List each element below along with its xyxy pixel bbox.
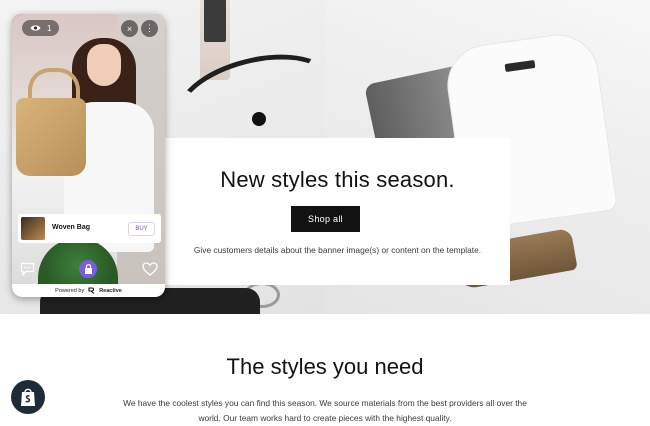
banner-title: New styles this season.	[220, 167, 455, 192]
view-count-badge: 1	[22, 20, 60, 36]
heart-icon	[142, 262, 158, 276]
close-icon: ×	[126, 23, 133, 34]
video-frame[interactable]	[12, 14, 165, 284]
view-count: 1	[47, 23, 52, 33]
shopify-badge[interactable]	[11, 380, 45, 414]
product-name: Woven Bag	[52, 224, 90, 231]
more-button[interactable]: ⋮	[141, 20, 158, 37]
like-button[interactable]	[141, 260, 159, 278]
product-thumbnail	[21, 217, 45, 240]
chat-icon	[20, 262, 34, 276]
video-widget[interactable]: 1 × ⋮ Woven Bag BUY Powered by Reactive	[12, 14, 165, 297]
lock-bag-icon	[84, 264, 92, 274]
banner-content-box: New styles this season. Shop all Give cu…	[165, 138, 510, 285]
shopify-bag-icon	[21, 388, 35, 406]
product-card[interactable]: Woven Bag BUY	[18, 214, 161, 243]
reactive-logo-icon	[88, 287, 95, 294]
chat-button[interactable]	[18, 260, 36, 278]
powered-by-label: Powered by	[55, 287, 85, 294]
section-body-line: We have the coolest styles you can find …	[123, 398, 527, 408]
shop-all-button[interactable]: Shop all	[291, 206, 360, 232]
video-person-face	[87, 44, 121, 86]
video-woven-bag	[16, 98, 86, 176]
buy-button[interactable]: BUY	[128, 222, 155, 236]
reactive-brand: Reactive	[99, 287, 122, 294]
banner-description: Give customers details about the banner …	[193, 245, 482, 255]
section-body: We have the coolest styles you can find …	[105, 396, 545, 426]
powered-by-bar: Powered by Reactive	[12, 284, 165, 297]
close-button[interactable]: ×	[121, 20, 138, 37]
perfume-cap-shape	[204, 0, 226, 42]
eye-icon	[30, 25, 41, 31]
section-title: The styles you need	[226, 354, 424, 379]
section-body-line: world. Our team works hard to create pie…	[198, 413, 452, 423]
more-icon: ⋮	[145, 23, 154, 33]
bead-shape	[252, 112, 266, 126]
shop-bag-button[interactable]	[79, 260, 97, 278]
